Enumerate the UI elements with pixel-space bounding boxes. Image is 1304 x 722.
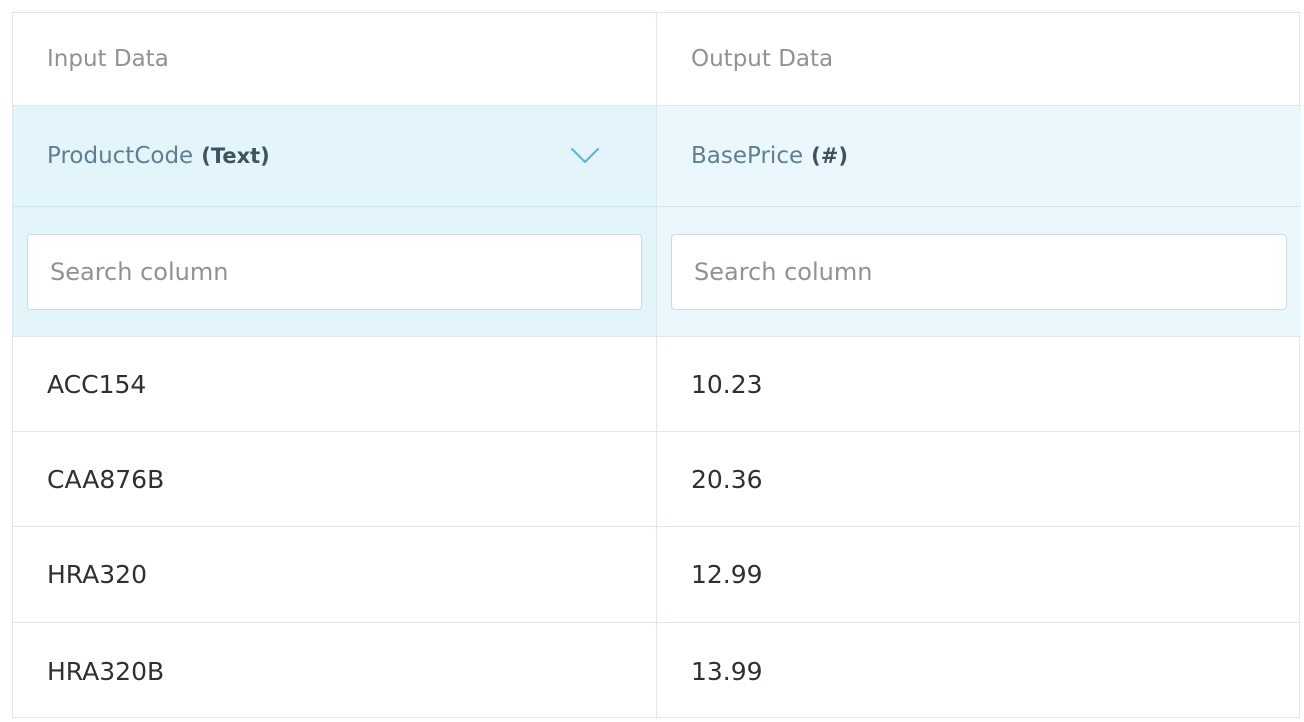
input-value: CAA876B — [47, 464, 165, 494]
input-value: HRA320B — [47, 656, 165, 686]
input-column-name: ProductCode — [47, 143, 194, 169]
output-data-header: Output Data — [657, 13, 1301, 106]
table-row-output: 13.99 — [657, 623, 1301, 719]
table-row-input: CAA876B — [13, 432, 657, 527]
table-row-input: HRA320 — [13, 527, 657, 623]
chevron-down-icon[interactable] — [568, 144, 602, 168]
mapping-table: Input Data Output Data ProductCode (Text)… — [12, 12, 1301, 719]
input-search-cell — [13, 207, 657, 337]
input-value: HRA320 — [47, 560, 147, 589]
output-value: 13.99 — [691, 656, 763, 686]
input-value: ACC154 — [47, 369, 147, 399]
output-value: 12.99 — [691, 560, 763, 589]
input-column-label: ProductCode (Text) — [47, 143, 270, 169]
table-row-input: HRA320B — [13, 623, 657, 719]
output-search-input[interactable] — [671, 233, 1287, 310]
input-data-title: Input Data — [47, 46, 169, 72]
output-value: 10.23 — [691, 369, 763, 399]
table-row-output: 10.23 — [657, 337, 1301, 432]
output-value: 20.36 — [691, 464, 763, 494]
table-row-output: 20.36 — [657, 432, 1301, 527]
output-data-title: Output Data — [691, 46, 834, 72]
output-column-name: BasePrice — [691, 143, 804, 169]
output-search-cell — [657, 207, 1301, 337]
input-column-type: (Text) — [201, 144, 270, 168]
output-column-label-cell: BasePrice (#) — [657, 106, 1301, 207]
input-column-select[interactable]: ProductCode (Text) — [13, 106, 657, 207]
input-search-input[interactable] — [27, 233, 642, 310]
table-row-output: 12.99 — [657, 527, 1301, 623]
input-data-header: Input Data — [13, 13, 657, 106]
output-column-type: (#) — [811, 144, 848, 168]
table-row-input: ACC154 — [13, 337, 657, 432]
output-column-label: BasePrice (#) — [691, 143, 848, 169]
